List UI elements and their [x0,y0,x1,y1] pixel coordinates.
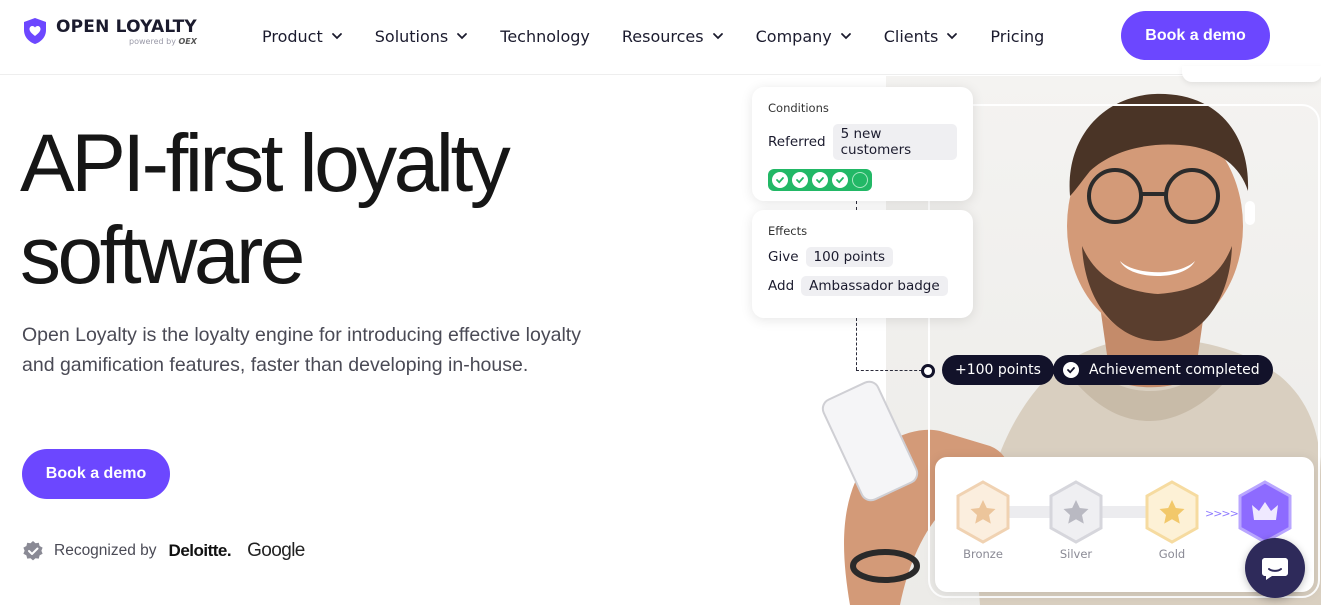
achievement-pill: Achievement completed [1053,355,1273,385]
hero-headline: API-first loyalty software [20,118,511,301]
chevron-down-icon [457,33,468,40]
tier-name: Bronze [963,547,1003,561]
points-pill: +100 points [942,355,1054,385]
condition-value-chip: 5 new customers [832,124,957,160]
empty-circle-icon [852,172,868,188]
logo[interactable]: OPEN LOYALTY powered by OEX [22,17,197,46]
recognized-label: Recognized by [54,542,157,559]
shield-heart-icon [24,18,46,44]
check-icon [832,172,848,188]
tier-gold: Gold [1142,479,1202,561]
silver-star-badge-icon [1049,480,1103,544]
google-logo: Google [247,540,305,561]
chevron-down-icon [947,33,958,40]
tier-premium [1235,479,1295,545]
tier-name: Gold [1158,547,1186,561]
condition-key: Referred [768,134,826,150]
effects-title: Effects [768,224,808,238]
effect-key: Add [768,278,795,294]
top-nav: OPEN LOYALTY powered by OEX Product Solu… [0,0,1321,75]
conditions-title: Conditions [768,101,829,115]
effect-row: Give 100 points [768,247,957,267]
powered-by: powered by OEX [129,37,197,46]
chevron-down-icon [712,33,723,40]
referral-progress [768,169,872,191]
bronze-star-badge-icon [956,480,1010,544]
effect-row: Add Ambassador badge [768,276,957,296]
book-demo-hero-button[interactable]: Book a demo [22,449,170,499]
conditions-card: Conditions Referred 5 new customers [752,87,973,201]
nav-resources[interactable]: Resources [622,24,724,48]
effect-key: Give [768,249,799,265]
tier-name: Silver [1059,547,1093,561]
brand-name: OPEN LOYALTY [56,17,197,37]
nav-menu: Product Solutions Technology Resources C… [262,24,1076,48]
connector-node [921,364,935,378]
nav-solutions[interactable]: Solutions [375,24,469,48]
check-circle-icon [1063,362,1079,378]
nav-pricing[interactable]: Pricing [990,24,1044,48]
achievement-label: Achievement completed [1089,362,1260,378]
book-demo-nav-button[interactable]: Book a demo [1121,11,1270,60]
hero-subtitle: Open Loyalty is the loyalty engine for i… [22,324,581,376]
gold-star-badge-icon [1145,480,1199,544]
connector-line [856,201,857,210]
chat-bubble-icon [1262,558,1288,580]
conditions-row: Referred 5 new customers [768,124,957,160]
check-icon [812,172,828,188]
effects-card: Effects Give 100 points Add Ambassador b… [752,210,973,318]
deloitte-logo: Deloitte. [168,541,232,560]
check-icon [772,172,788,188]
chevron-down-icon [840,33,851,40]
effect-value-chip: Ambassador badge [801,276,948,296]
tier-bronze: Bronze [953,479,1013,561]
connector-line [856,318,857,370]
nav-clients[interactable]: Clients [884,24,959,48]
crown-badge-icon [1238,480,1292,544]
verified-badge-icon [23,541,43,561]
check-icon [792,172,808,188]
nav-product[interactable]: Product [262,24,343,48]
card-edge [1182,66,1321,82]
recognized-by: Recognized by Deloitte. Google [22,538,305,564]
effect-value-chip: 100 points [805,247,894,267]
chat-widget-button[interactable] [1245,538,1305,598]
chevron-down-icon [331,33,342,40]
nav-company[interactable]: Company [756,24,852,48]
tier-silver: Silver [1046,479,1106,561]
connector-line [856,370,922,371]
nav-technology[interactable]: Technology [500,24,590,48]
